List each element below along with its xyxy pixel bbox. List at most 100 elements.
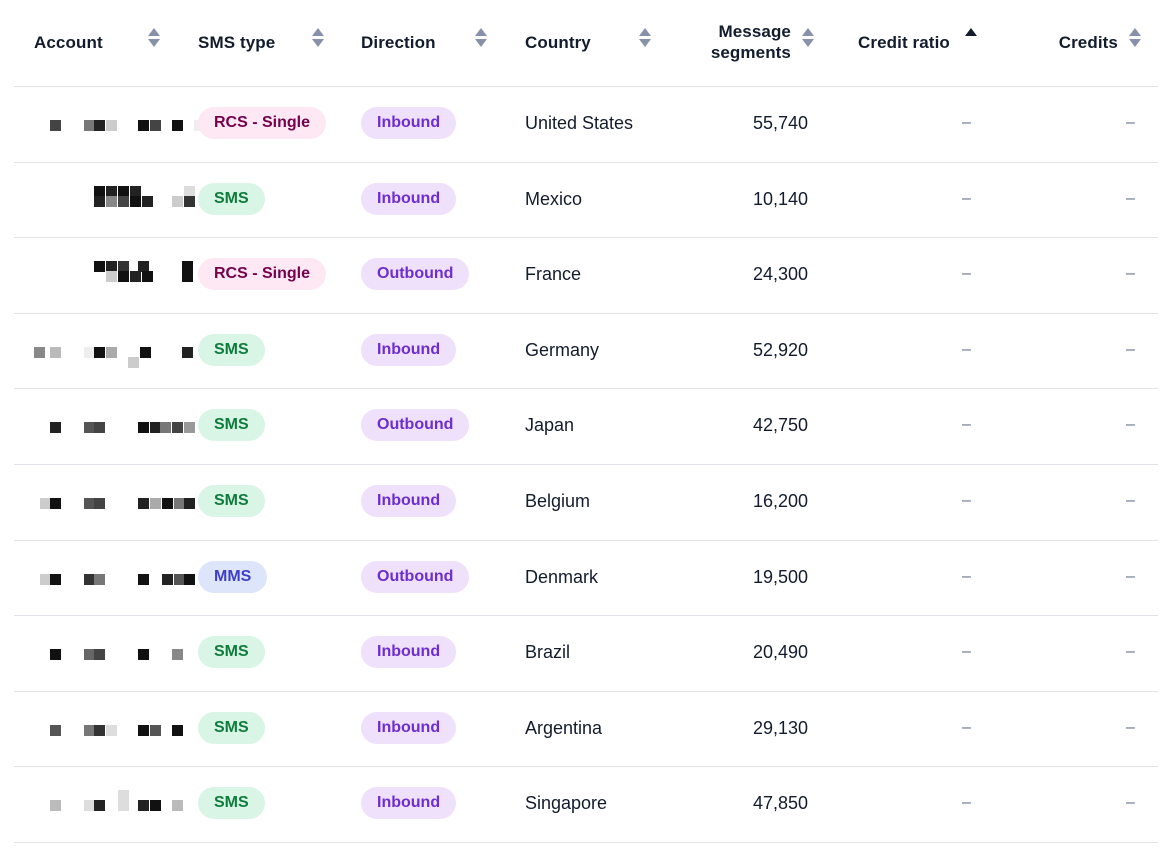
column-header-credit-ratio[interactable]: Credit ratio	[858, 32, 950, 53]
sms-type-badge: RCS - Single	[198, 107, 327, 139]
message-segments-cell: 10,140	[752, 189, 808, 209]
credit-ratio-cell: –	[962, 114, 971, 131]
sms-type-badge: MMS	[198, 561, 268, 593]
sort-arrows-icon[interactable]	[639, 28, 651, 48]
direction-badge: Inbound	[361, 636, 457, 668]
row-divider	[14, 86, 1158, 87]
direction-badge: Inbound	[361, 183, 457, 215]
credits-cell: –	[1126, 341, 1135, 358]
credits-cell: –	[1126, 643, 1135, 660]
account-redacted	[30, 711, 196, 747]
sms-type-badge: SMS	[198, 636, 265, 668]
message-segments-cell: 29,130	[752, 718, 808, 738]
credits-cell: –	[1126, 719, 1135, 736]
country-cell: Belgium	[525, 491, 591, 511]
column-header-direction[interactable]: Direction	[361, 32, 436, 53]
row-divider	[14, 842, 1158, 843]
credit-ratio-cell: –	[962, 190, 971, 207]
message-segments-cell: 16,200	[752, 491, 808, 511]
sms-type-badge: SMS	[198, 712, 265, 744]
account-redacted	[30, 635, 196, 671]
credit-ratio-cell: –	[962, 416, 971, 433]
sms-type-badge: SMS	[198, 409, 265, 441]
credits-cell: –	[1126, 190, 1135, 207]
column-header-sms-type[interactable]: SMS type	[198, 32, 275, 53]
table-header: Account SMS type Direction Country Messa…	[0, 0, 1174, 86]
sms-type-badge: SMS	[198, 334, 265, 366]
sort-arrows-icon[interactable]	[1129, 28, 1141, 48]
row-divider	[14, 691, 1158, 692]
table-row[interactable]: SMS Inbound Brazil 20,490 – –	[0, 615, 1174, 691]
credit-ratio-cell: –	[962, 719, 971, 736]
country-cell: Argentina	[525, 718, 603, 738]
table-row[interactable]: SMS Inbound Belgium 16,200 – –	[0, 464, 1174, 540]
direction-badge: Inbound	[361, 712, 457, 744]
sms-type-badge: SMS	[198, 183, 265, 215]
credits-cell: –	[1126, 265, 1135, 282]
column-header-country[interactable]: Country	[525, 32, 591, 53]
country-cell: France	[525, 264, 582, 284]
column-header-credits[interactable]: Credits	[1040, 32, 1118, 53]
credit-ratio-cell: –	[962, 492, 971, 509]
column-header-account[interactable]: Account	[34, 32, 103, 53]
direction-badge: Outbound	[361, 561, 470, 593]
credit-ratio-cell: –	[962, 794, 971, 811]
row-divider	[14, 237, 1158, 238]
column-header-message-segments[interactable]: Message segments	[690, 21, 791, 63]
account-redacted	[30, 106, 205, 142]
credits-cell: –	[1126, 568, 1135, 585]
country-cell: Germany	[525, 340, 600, 360]
sort-ascending-icon[interactable]	[965, 28, 977, 48]
sort-arrows-icon[interactable]	[148, 28, 160, 48]
country-cell: Denmark	[525, 567, 599, 587]
message-segments-cell: 19,500	[752, 567, 808, 587]
sort-arrows-icon[interactable]	[312, 28, 324, 48]
direction-badge: Outbound	[361, 409, 470, 441]
account-redacted	[30, 786, 196, 822]
table-row[interactable]: SMS Inbound Singapore 47,850 – –	[0, 766, 1174, 842]
row-divider	[14, 464, 1158, 465]
credit-ratio-cell: –	[962, 341, 971, 358]
account-redacted	[30, 333, 196, 369]
message-segments-cell: 24,300	[752, 264, 808, 284]
credit-ratio-cell: –	[962, 265, 971, 282]
sort-arrows-icon[interactable]	[475, 28, 487, 48]
country-cell: Mexico	[525, 189, 583, 209]
country-cell: Brazil	[525, 642, 571, 662]
table-row[interactable]: SMS Inbound Germany 52,920 – –	[0, 313, 1174, 389]
country-cell: United States	[525, 113, 634, 133]
row-divider	[14, 162, 1158, 163]
row-divider	[14, 615, 1158, 616]
message-segments-cell: 52,920	[752, 340, 808, 360]
message-segments-cell: 42,750	[752, 415, 808, 435]
message-segments-cell: 20,490	[752, 642, 808, 662]
credits-cell: –	[1126, 416, 1135, 433]
row-divider	[14, 388, 1158, 389]
account-redacted	[30, 560, 196, 596]
row-divider	[14, 540, 1158, 541]
credits-cell: –	[1126, 114, 1135, 131]
credit-ratio-cell: –	[962, 643, 971, 660]
message-segments-cell: 47,850	[752, 793, 808, 813]
table-row[interactable]: SMS Inbound Argentina 29,130 – –	[0, 691, 1174, 767]
direction-badge: Inbound	[361, 107, 457, 139]
table-row[interactable]: SMS Inbound Mexico 10,140 – –	[0, 162, 1174, 238]
credit-ratio-cell: –	[962, 568, 971, 585]
row-divider	[14, 313, 1158, 314]
sms-type-badge: SMS	[198, 485, 265, 517]
account-redacted	[30, 484, 196, 520]
direction-badge: Inbound	[361, 787, 457, 819]
country-cell: Japan	[525, 415, 575, 435]
table-row[interactable]: SMS Outbound Japan 42,750 – –	[0, 388, 1174, 464]
sort-arrows-icon[interactable]	[802, 28, 814, 48]
direction-badge: Inbound	[361, 334, 457, 366]
credits-cell: –	[1126, 492, 1135, 509]
account-redacted	[30, 408, 196, 444]
account-redacted	[30, 182, 196, 218]
table-row[interactable]: RCS - Single Outbound France 24,300 – –	[0, 237, 1174, 313]
message-segments-cell: 55,740	[752, 113, 808, 133]
table-row[interactable]: MMS Outbound Denmark 19,500 – –	[0, 540, 1174, 616]
sms-type-badge: SMS	[198, 787, 265, 819]
sms-type-badge: RCS - Single	[198, 258, 327, 290]
table-row[interactable]: RCS - Single Inbound United States 55,740 – –	[0, 86, 1174, 162]
